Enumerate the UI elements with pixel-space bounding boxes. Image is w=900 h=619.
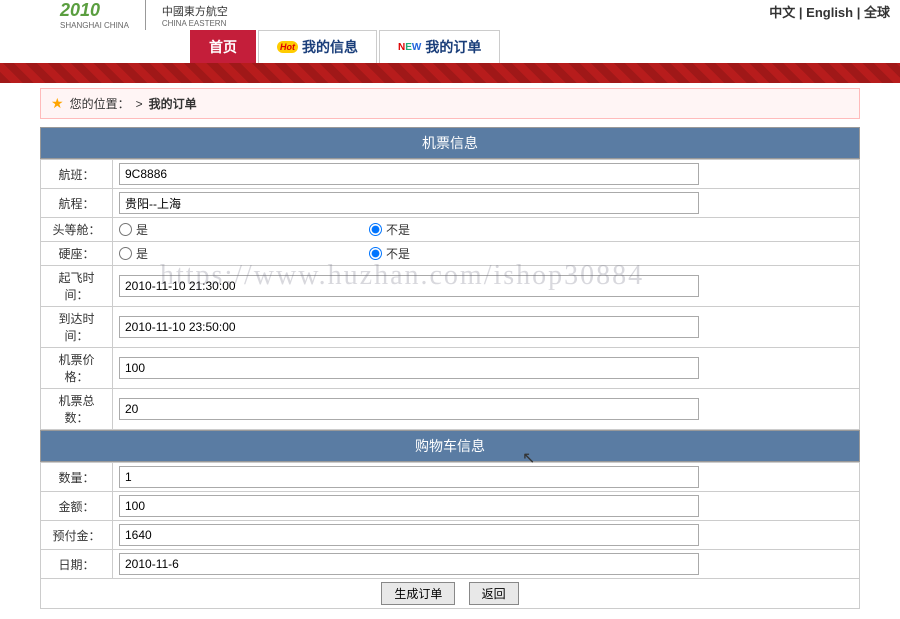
qty-input[interactable] xyxy=(119,466,699,488)
hard-seat-no-label: 不是 xyxy=(386,245,410,262)
airline-logo: 中國東方航空 CHINA EASTERN xyxy=(162,3,228,28)
lang-zh-link[interactable]: 中文 xyxy=(769,5,795,20)
tab-home-label: 首页 xyxy=(209,37,237,57)
tab-my-orders-label: 我的订单 xyxy=(425,37,481,57)
date-input[interactable] xyxy=(119,553,699,575)
route-label: 航程： xyxy=(41,189,113,218)
lang-global-link[interactable]: 全球 xyxy=(864,5,890,20)
tab-home[interactable]: 首页 xyxy=(190,30,256,63)
flight-no-input[interactable] xyxy=(119,163,699,185)
breadcrumb: ★ 您的位置： > 我的订单 xyxy=(40,88,860,119)
submit-button[interactable]: 生成订单 xyxy=(381,582,455,605)
price-input[interactable] xyxy=(119,357,699,379)
first-class-yes-group[interactable]: 是 xyxy=(119,221,369,238)
arrive-time-input[interactable] xyxy=(119,316,699,338)
deposit-input[interactable] xyxy=(119,524,699,546)
date-label: 日期： xyxy=(41,550,113,579)
hard-seat-no-radio[interactable] xyxy=(369,247,382,260)
red-banner xyxy=(0,63,900,83)
airline-name-zh: 中國東方航空 xyxy=(162,3,228,19)
first-class-yes-radio[interactable] xyxy=(119,223,132,236)
logo-divider xyxy=(145,0,146,30)
first-class-yes-label: 是 xyxy=(136,221,148,238)
breadcrumb-prefix: 您的位置： xyxy=(70,95,130,112)
logo-city: SHANGHAI CHINA xyxy=(60,21,129,30)
first-class-no-group[interactable]: 不是 xyxy=(369,221,410,238)
price-label: 机票价格： xyxy=(41,348,113,389)
expo-logo: 2010 SHANGHAI CHINA xyxy=(60,0,129,30)
logo-year: 2010 xyxy=(60,0,129,21)
back-button[interactable]: 返回 xyxy=(469,582,519,605)
hard-seat-yes-radio[interactable] xyxy=(119,247,132,260)
hard-seat-no-group[interactable]: 不是 xyxy=(369,245,410,262)
ticket-section-header: 机票信息 xyxy=(40,127,860,159)
language-switcher: 中文 | English | 全球 xyxy=(769,0,890,21)
deposit-label: 预付金： xyxy=(41,521,113,550)
amount-input[interactable] xyxy=(119,495,699,517)
first-class-label: 头等舱： xyxy=(41,218,113,242)
first-class-no-label: 不是 xyxy=(386,221,410,238)
ticket-form-table: 航班： 航程： 头等舱： 是 不是 xyxy=(40,159,860,430)
depart-time-input[interactable] xyxy=(119,275,699,297)
tab-my-info-label: 我的信息 xyxy=(302,37,358,57)
hard-seat-label: 硬座： xyxy=(41,242,113,266)
total-input[interactable] xyxy=(119,398,699,420)
qty-label: 数量： xyxy=(41,463,113,492)
tab-my-orders[interactable]: NEW 我的订单 xyxy=(379,30,500,63)
arrive-time-label: 到达时间： xyxy=(41,307,113,348)
cart-section-header: 购物车信息 xyxy=(40,430,860,462)
content-area: ★ 您的位置： > 我的订单 机票信息 航班： 航程： 头等舱： xyxy=(0,83,900,619)
star-icon: ★ xyxy=(51,95,64,112)
new-badge-icon: NEW xyxy=(398,42,421,53)
hard-seat-yes-label: 是 xyxy=(136,245,148,262)
route-input[interactable] xyxy=(119,192,699,214)
flight-no-label: 航班： xyxy=(41,160,113,189)
cart-form-table: 数量： 金额： 预付金： 日期： 生成订单 返回 xyxy=(40,462,860,609)
breadcrumb-sep: > xyxy=(136,97,143,111)
logo-area: 2010 SHANGHAI CHINA 中國東方航空 CHINA EASTERN xyxy=(60,0,228,30)
first-class-no-radio[interactable] xyxy=(369,223,382,236)
depart-time-label: 起飞时间： xyxy=(41,266,113,307)
total-label: 机票总数： xyxy=(41,389,113,430)
breadcrumb-current: 我的订单 xyxy=(149,95,197,112)
airline-name-en: CHINA EASTERN xyxy=(162,19,228,28)
hard-seat-yes-group[interactable]: 是 xyxy=(119,245,369,262)
hot-badge-icon: Hot xyxy=(277,41,298,53)
nav-tabs: 首页 Hot 我的信息 NEW 我的订单 xyxy=(0,35,900,63)
lang-en-link[interactable]: English xyxy=(806,5,853,20)
tab-my-info[interactable]: Hot 我的信息 xyxy=(258,30,377,63)
amount-label: 金额： xyxy=(41,492,113,521)
